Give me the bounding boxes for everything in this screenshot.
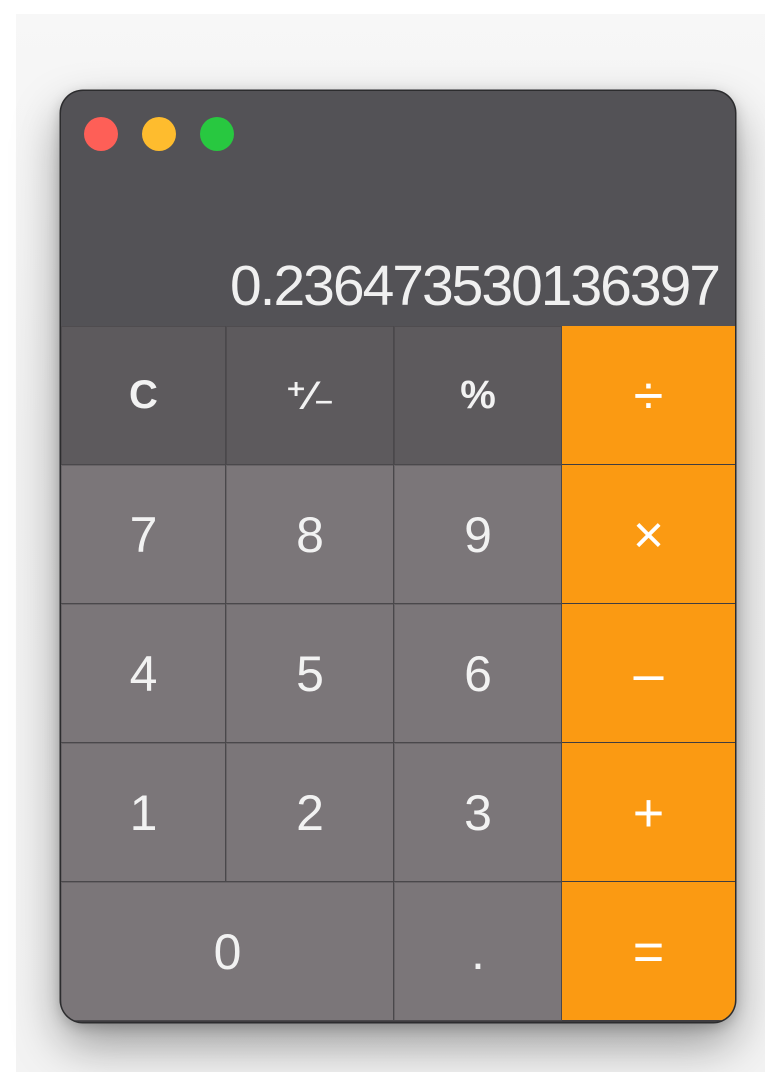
digit-1-button[interactable]: 1 (61, 743, 226, 882)
equals-button[interactable]: = (562, 882, 735, 1021)
digit-0-button[interactable]: 0 (61, 882, 394, 1021)
digit-5-button[interactable]: 5 (226, 604, 394, 743)
digit-9-button[interactable]: 9 (394, 465, 562, 604)
digit-4-button[interactable]: 4 (61, 604, 226, 743)
add-button[interactable]: + (562, 743, 735, 882)
title-bar[interactable] (61, 91, 735, 171)
keypad: C ⁺∕₋ % ÷ 7 8 9 × 4 5 6 – 1 2 3 + 0 . = (61, 326, 735, 1022)
clear-button[interactable]: C (61, 326, 226, 465)
digit-6-button[interactable]: 6 (394, 604, 562, 743)
calculator-window: 0.236473530136397 C ⁺∕₋ % ÷ 7 8 9 × 4 5 … (61, 91, 735, 1022)
digit-2-button[interactable]: 2 (226, 743, 394, 882)
percent-button[interactable]: % (394, 326, 562, 465)
divide-button[interactable]: ÷ (562, 326, 735, 465)
zoom-window-button[interactable] (200, 117, 234, 151)
digit-3-button[interactable]: 3 (394, 743, 562, 882)
close-window-button[interactable] (84, 117, 118, 151)
minimize-window-button[interactable] (142, 117, 176, 151)
multiply-button[interactable]: × (562, 465, 735, 604)
decimal-point-button[interactable]: . (394, 882, 562, 1021)
digit-8-button[interactable]: 8 (226, 465, 394, 604)
subtract-button[interactable]: – (562, 604, 735, 743)
sign-toggle-button[interactable]: ⁺∕₋ (226, 326, 394, 465)
result-display: 0.236473530136397 (229, 254, 721, 318)
digit-7-button[interactable]: 7 (61, 465, 226, 604)
